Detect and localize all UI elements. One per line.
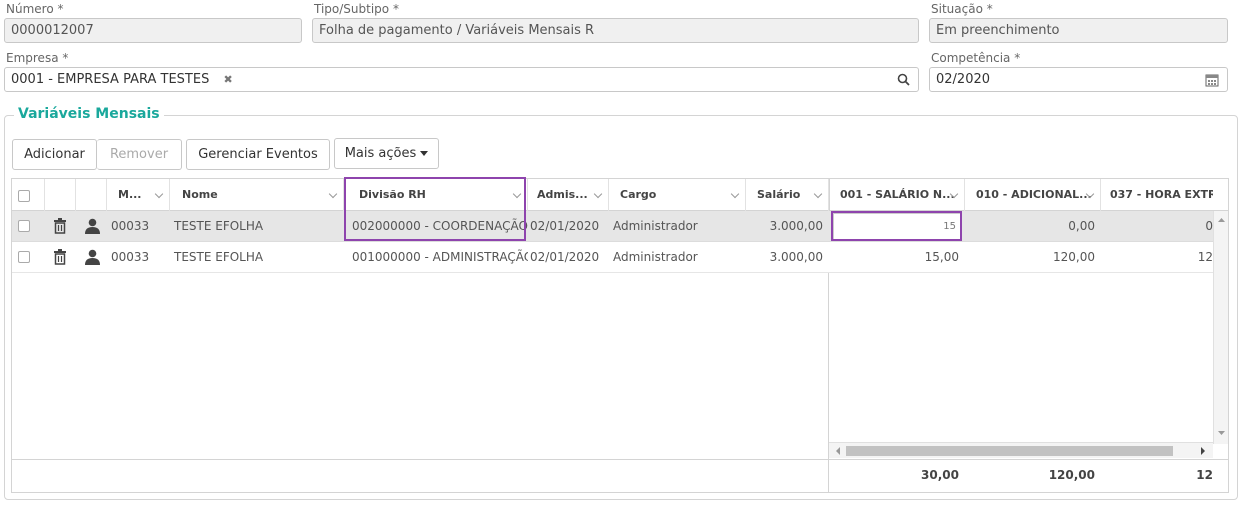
total-ev010: 120,00 [1048, 468, 1095, 482]
numero-label: Número * [6, 2, 64, 16]
competencia-field[interactable]: 02/2020 [929, 67, 1228, 92]
header-salario[interactable]: Salário [746, 179, 829, 211]
cell-admissao: 02/01/2020 [530, 219, 600, 233]
remove-button[interactable]: Remover [97, 139, 182, 170]
cell-ev010[interactable]: 0,00 [969, 211, 1101, 242]
cell-ev037[interactable]: 0 [1101, 211, 1213, 242]
table-row[interactable]: 00033 TESTE EFOLHA 001000000 - ADMINISTR… [12, 242, 1213, 273]
header-user-col [76, 179, 107, 211]
header-salario-label: Salário [757, 188, 801, 201]
header-delete-col [45, 179, 76, 211]
row-checkbox[interactable] [18, 251, 30, 263]
header-matricula[interactable]: M... [107, 179, 170, 211]
cell-cargo: Administrador [613, 250, 698, 264]
header-cargo[interactable]: Cargo [609, 179, 746, 211]
header-nome-label: Nome [182, 188, 218, 201]
tipo-label: Tipo/Subtipo * [314, 2, 399, 16]
cell-matricula: 00033 [111, 250, 150, 264]
search-icon[interactable] [897, 68, 910, 91]
select-all-checkbox[interactable] [18, 190, 30, 202]
user-icon[interactable] [85, 249, 100, 268]
total-ev037: 12 [1196, 468, 1213, 482]
row-checkbox[interactable] [18, 220, 30, 232]
totals-row: 30,00 120,00 12 [12, 460, 1213, 492]
header-cargo-label: Cargo [620, 188, 657, 201]
chevron-down-icon[interactable] [154, 189, 164, 199]
chevron-down-icon[interactable] [730, 189, 740, 199]
vertical-scrollbar[interactable] [1213, 211, 1228, 444]
trash-icon[interactable] [53, 249, 67, 268]
cell-ev001[interactable]: 15,00 [833, 242, 965, 273]
competencia-label: Competência * [931, 51, 1021, 65]
chevron-down-icon[interactable] [328, 189, 338, 199]
cell-cargo: Administrador [613, 219, 698, 233]
cell-ev037[interactable]: 12 [1101, 242, 1213, 273]
calendar-icon[interactable] [1205, 72, 1219, 91]
situacao-field[interactable]: Em preenchimento [929, 18, 1228, 43]
cell-ev010[interactable]: 120,00 [969, 242, 1101, 273]
manage-events-button[interactable]: Gerenciar Eventos [186, 139, 330, 170]
more-actions-button[interactable]: Mais ações [334, 138, 439, 169]
situacao-label: Situação * [931, 2, 993, 16]
horizontal-scrollbar[interactable] [829, 442, 1213, 458]
total-ev001: 30,00 [921, 468, 959, 482]
header-ev010[interactable]: 010 - ADICIONAL... [965, 179, 1101, 211]
header-ev037-label: 037 - HORA EXTR... [1110, 188, 1213, 201]
header-select-all[interactable] [12, 179, 45, 211]
clear-icon[interactable]: ✖ [223, 73, 232, 86]
cell-matricula: 00033 [111, 219, 150, 233]
header-ev001[interactable]: 001 - SALÁRIO N... [829, 179, 965, 211]
header-admissao[interactable]: Admis... [528, 179, 609, 211]
competencia-value: 02/2020 [936, 72, 991, 87]
cell-admissao: 02/01/2020 [530, 250, 600, 264]
header-nome[interactable]: Nome [170, 179, 344, 211]
cell-nome: TESTE EFOLHA [174, 250, 264, 264]
tipo-field[interactable]: Folha de pagamento / Variáveis Mensais R [312, 18, 919, 43]
empresa-label: Empresa * [6, 51, 69, 65]
header-ev001-label: 001 - SALÁRIO N... [840, 188, 955, 201]
cell-divisao[interactable]: 001000000 - ADMINISTRAÇÃO [346, 242, 528, 273]
cell-nome: TESTE EFOLHA [174, 219, 264, 233]
numero-field[interactable]: 0000012007 [4, 18, 302, 43]
user-icon[interactable] [85, 218, 100, 237]
empresa-field[interactable]: 0001 - EMPRESA PARA TESTES ✖ [4, 67, 919, 92]
section-title: Variáveis Mensais [14, 106, 164, 122]
chevron-down-icon[interactable] [813, 189, 823, 199]
header-matricula-label: M... [118, 188, 142, 201]
trash-icon[interactable] [53, 218, 67, 237]
empresa-value: 0001 - EMPRESA PARA TESTES [11, 72, 210, 87]
scroll-thumb[interactable] [846, 446, 1173, 456]
add-button[interactable]: Adicionar [12, 139, 97, 170]
header-ev037[interactable]: 037 - HORA EXTR... [1101, 179, 1213, 211]
chevron-down-icon[interactable] [593, 189, 603, 199]
caret-down-icon [420, 151, 429, 156]
highlight-ev001-cell [831, 211, 962, 241]
more-actions-label: Mais ações [344, 146, 417, 161]
highlight-divisao-rh [344, 177, 526, 241]
cell-salario: 3.000,00 [769, 219, 823, 233]
header-ev010-label: 010 - ADICIONAL... [976, 188, 1092, 201]
cell-salario: 3.000,00 [769, 250, 823, 264]
grid-header: M... Nome Divisão RH Admis... Cargo Salá… [12, 179, 1228, 211]
header-admissao-label: Admis... [537, 188, 588, 201]
table-row[interactable]: 00033 TESTE EFOLHA 002000000 - COORDENAÇ… [12, 211, 1213, 242]
